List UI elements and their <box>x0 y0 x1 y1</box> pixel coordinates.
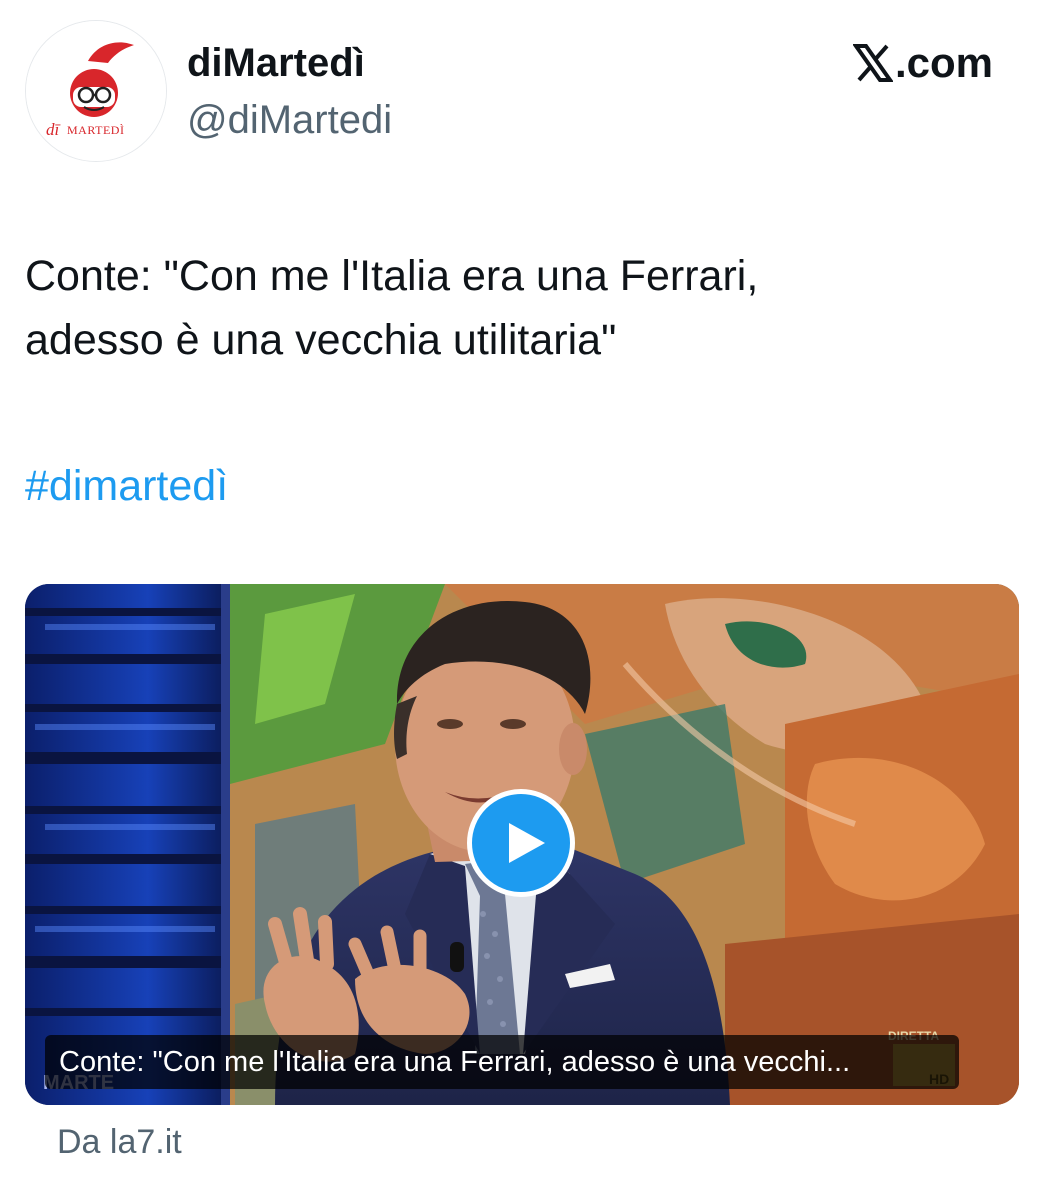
tweet-text-line-2: adesso è una vecchia utilitaria" <box>25 316 617 364</box>
dimartedi-logo-icon: dī MARTEDÌ <box>26 21 166 161</box>
play-icon <box>509 823 545 863</box>
video-caption: Conte: "Con me l'Italia era una Ferrari,… <box>45 1035 959 1089</box>
x-brand-link[interactable]: .com <box>852 39 993 86</box>
play-button[interactable] <box>467 789 575 897</box>
tweet-text: Conte: "Con me l'Italia era una Ferrari,… <box>25 244 1015 372</box>
avatar[interactable]: dī MARTEDÌ <box>25 20 167 162</box>
svg-text:MARTEDÌ: MARTEDÌ <box>67 123 124 137</box>
user-handle[interactable]: @diMartedi <box>187 97 392 143</box>
svg-text:dī: dī <box>46 120 62 139</box>
source-link[interactable]: Da la7.it <box>57 1120 182 1164</box>
video-card[interactable]: MARTE DIRETTA HD Conte: "Con me l'Italia… <box>25 584 1019 1105</box>
tweet-text-line-1: Conte: "Con me l'Italia era una Ferrari, <box>25 252 759 300</box>
hashtag-link[interactable]: #dimartedì <box>25 458 228 514</box>
x-brand-label: .com <box>894 39 993 86</box>
x-logo-icon <box>852 44 893 82</box>
display-name[interactable]: diMartedì <box>187 40 365 86</box>
